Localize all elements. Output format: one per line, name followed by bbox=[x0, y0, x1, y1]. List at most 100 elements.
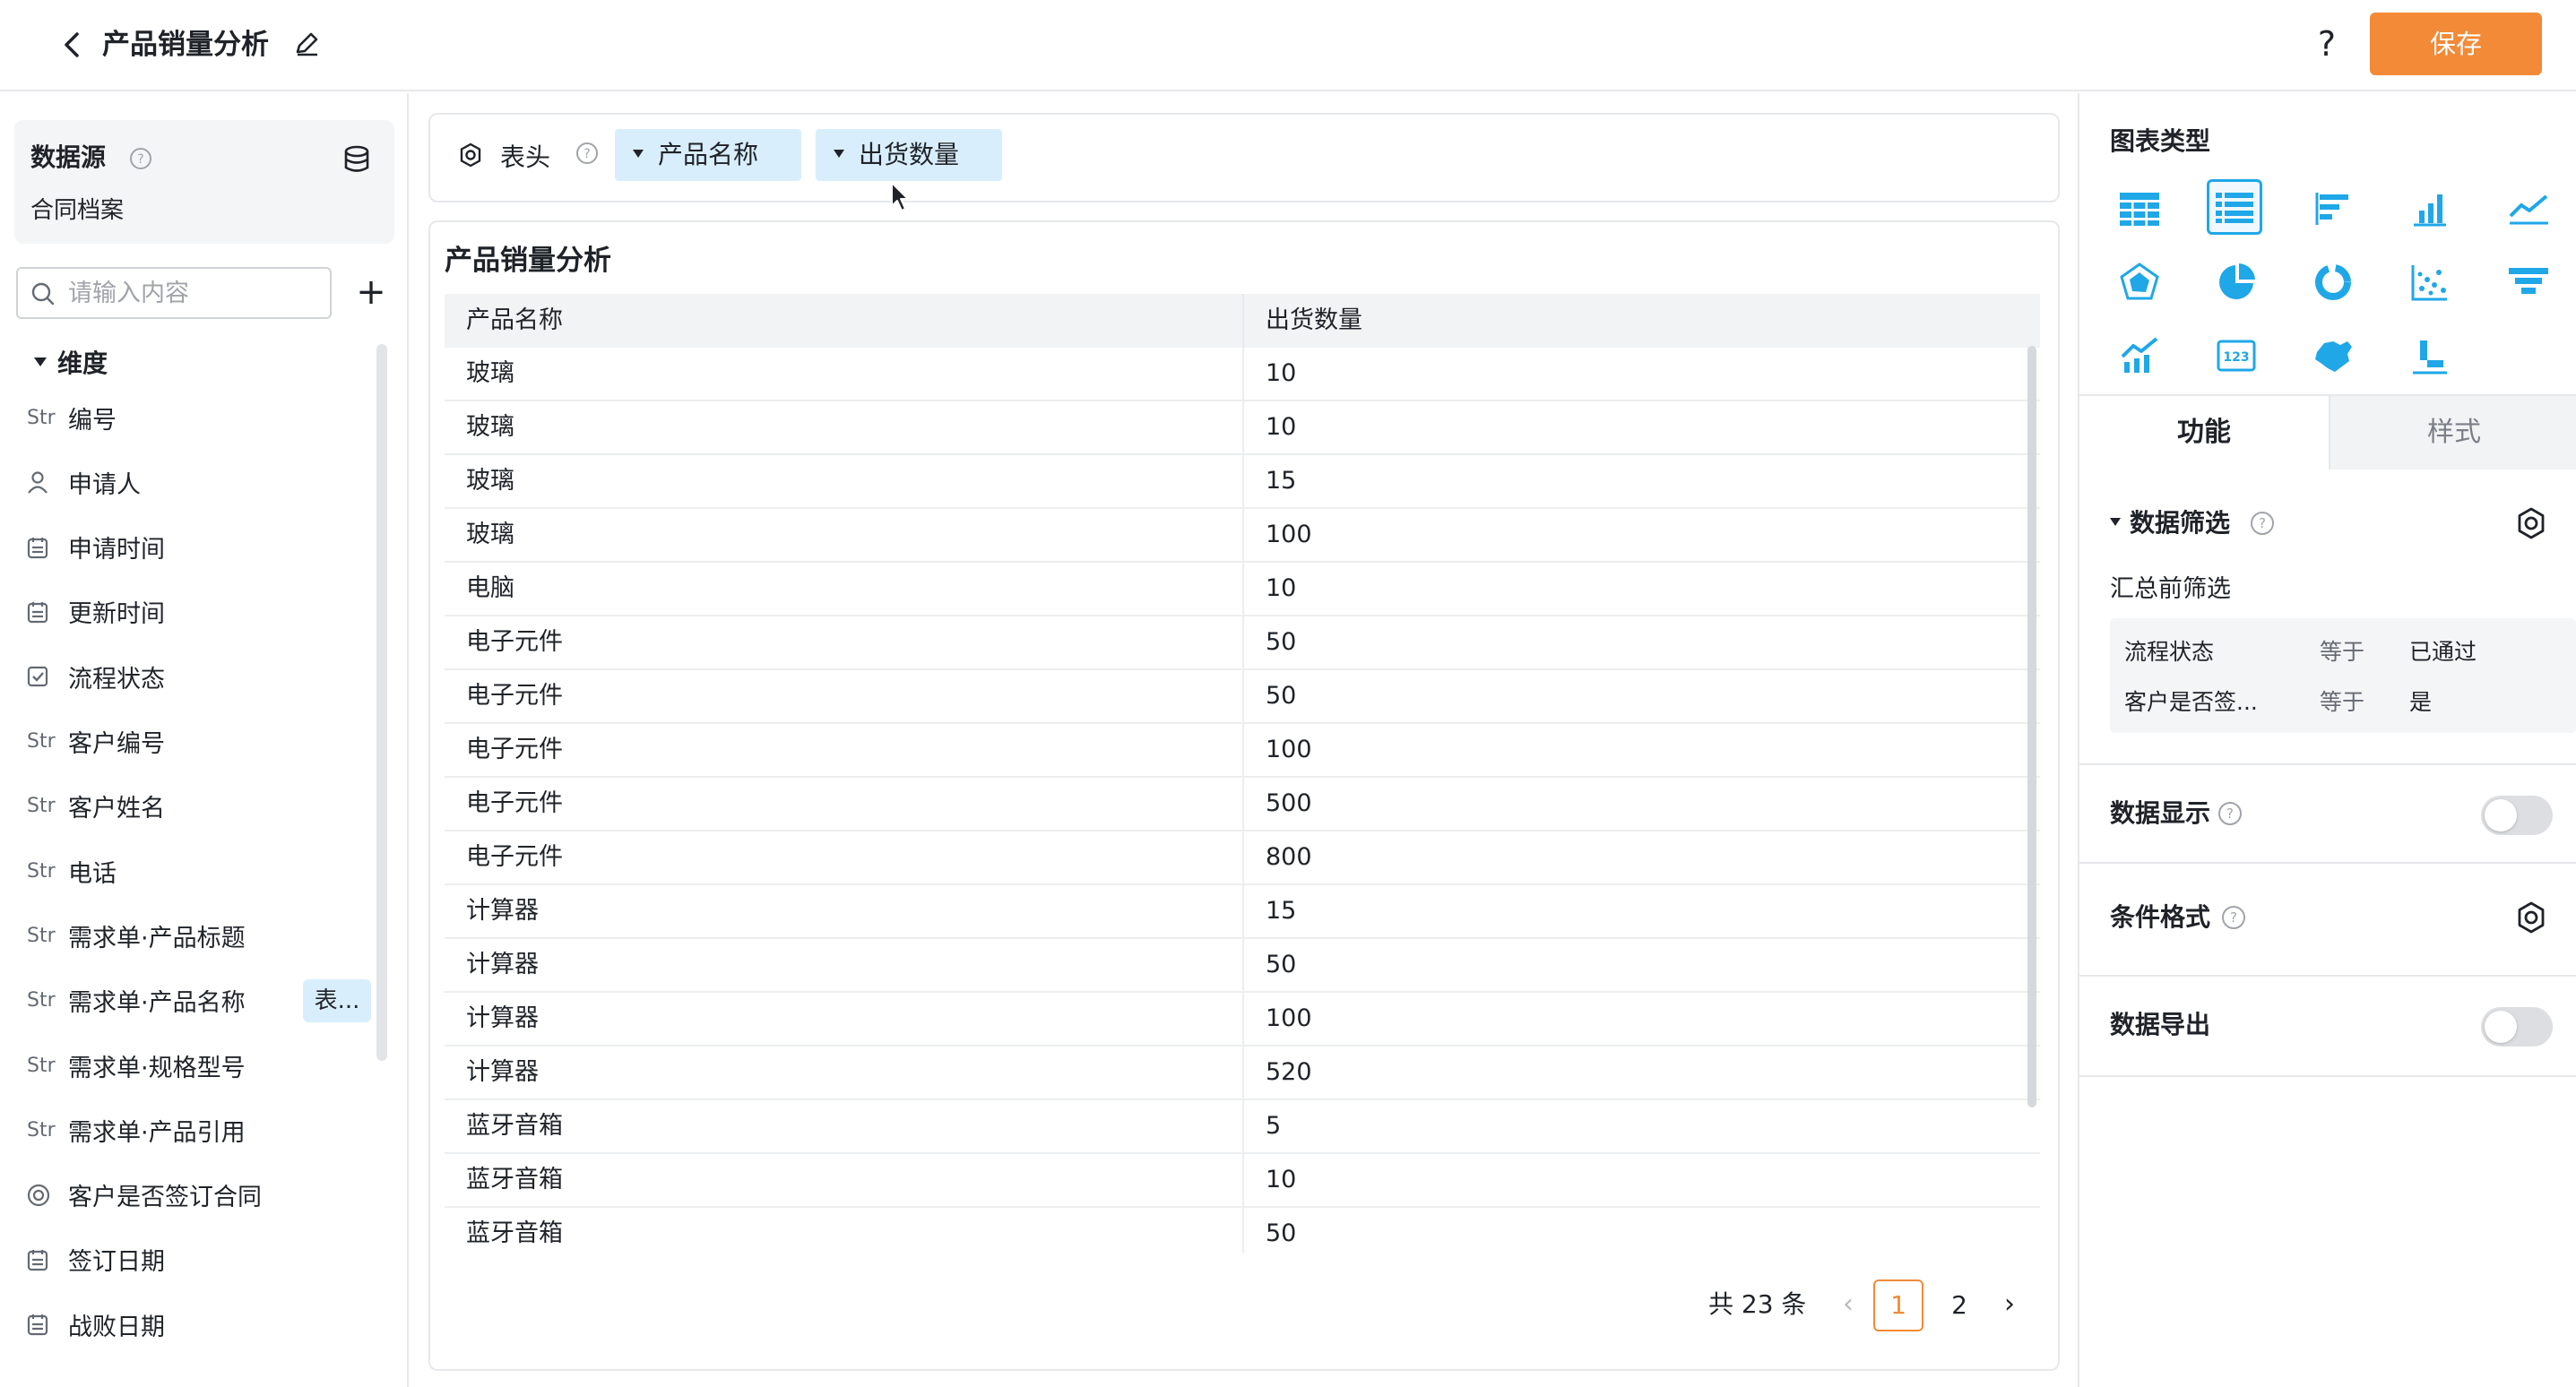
map-chart-icon[interactable] bbox=[2305, 328, 2361, 383]
dimension-field[interactable]: Str 客户编号 bbox=[27, 719, 376, 765]
radar-chart-icon[interactable] bbox=[2112, 254, 2167, 310]
horizontal-bar-icon[interactable] bbox=[2305, 181, 2361, 237]
table-cell: 100 bbox=[1266, 521, 1312, 548]
dimension-field[interactable]: Str 编号 bbox=[27, 394, 376, 441]
dimension-field[interactable]: Str 需求单·产品引用 bbox=[27, 1107, 376, 1153]
page-button-2[interactable]: 2 bbox=[1934, 1279, 1984, 1331]
page-button-1[interactable]: 1 bbox=[1873, 1279, 1923, 1331]
prev-page-button[interactable]: ‹ bbox=[1830, 1285, 1866, 1324]
tab-function[interactable]: 功能 bbox=[2079, 396, 2329, 470]
table-cell: 10 bbox=[1266, 1166, 1297, 1193]
column-header[interactable]: 产品名称 bbox=[445, 294, 1244, 348]
data-display-toggle[interactable] bbox=[2481, 796, 2553, 835]
table-row: 计算器 15 bbox=[445, 885, 2040, 939]
number-card-icon[interactable]: 123 bbox=[2209, 328, 2264, 383]
settings-icon bbox=[2518, 901, 2545, 934]
dimension-field[interactable]: 申请人 bbox=[27, 459, 376, 505]
scatter-chart-icon[interactable] bbox=[2402, 254, 2458, 310]
section-divider bbox=[2079, 1075, 2576, 1077]
edit-title-button[interactable] bbox=[292, 29, 323, 59]
dimension-field[interactable]: Str 需求单·产品名称 表... bbox=[27, 978, 376, 1024]
help-circle-icon[interactable]: ? bbox=[2221, 905, 2246, 930]
table-row: 玻璃 10 bbox=[445, 348, 2040, 401]
dimension-field[interactable]: Str 客户姓名 bbox=[27, 783, 376, 830]
save-button[interactable]: 保存 bbox=[2370, 13, 2542, 75]
waterfall-chart-icon[interactable] bbox=[2402, 328, 2458, 383]
dimension-field[interactable]: 签订日期 bbox=[27, 1236, 376, 1283]
list-table-icon[interactable] bbox=[2207, 179, 2262, 235]
help-circle-icon[interactable]: ? bbox=[575, 142, 599, 165]
dimension-field[interactable]: Str 需求单·产品标题 bbox=[27, 912, 376, 959]
table-cell: 50 bbox=[1266, 951, 1297, 978]
back-button[interactable] bbox=[52, 25, 91, 65]
table-cell: 电子元件 bbox=[445, 724, 1244, 776]
datasource-card[interactable]: 数据源 ? 合同档案 bbox=[14, 120, 394, 244]
pie-chart-icon[interactable] bbox=[2209, 254, 2264, 310]
dimension-field[interactable]: 申请时间 bbox=[27, 524, 376, 571]
data-export-toggle[interactable] bbox=[2481, 1007, 2553, 1047]
table-cell: 玻璃 bbox=[445, 455, 1244, 507]
table-row: 电子元件 800 bbox=[445, 831, 2040, 885]
table-row: 计算器 50 bbox=[445, 939, 2040, 993]
tab-style[interactable]: 样式 bbox=[2329, 396, 2576, 470]
table-row: 玻璃 15 bbox=[445, 455, 2040, 509]
table-cell: 520 bbox=[1266, 1058, 1312, 1086]
table-row: 玻璃 10 bbox=[445, 401, 2040, 455]
table-cell: 玻璃 bbox=[445, 348, 1244, 400]
combo-chart-icon[interactable] bbox=[2112, 328, 2167, 383]
string-type-icon: Str bbox=[27, 1118, 56, 1141]
top-bar: 产品销量分析 ? 保存 bbox=[0, 0, 2576, 91]
filter-settings-button[interactable] bbox=[2513, 505, 2549, 541]
dimension-field[interactable]: 更新时间 bbox=[27, 589, 376, 635]
donut-chart-icon[interactable] bbox=[2305, 254, 2361, 310]
table-cell: 15 bbox=[1266, 897, 1297, 925]
vertical-bar-icon[interactable] bbox=[2402, 181, 2458, 237]
dimension-field[interactable]: 流程状态 bbox=[27, 653, 376, 700]
field-list-scrollbar[interactable] bbox=[376, 344, 387, 1061]
table-preview-card: 产品销量分析 产品名称 出货数量 玻璃 10 玻璃 10 玻璃 15 玻璃 100 电脑 10 电子… bbox=[428, 220, 2060, 1371]
data-filter-title: 数据筛选 bbox=[2130, 508, 2231, 538]
dimension-field[interactable]: Str 电话 bbox=[27, 848, 376, 894]
svg-text:?: ? bbox=[583, 147, 590, 161]
dimension-group-header[interactable]: 维度 bbox=[34, 346, 108, 382]
dimension-field[interactable]: 客户是否签订合同 bbox=[27, 1172, 376, 1219]
column-header[interactable]: 出货数量 bbox=[1244, 294, 2040, 348]
string-type-icon: Str bbox=[27, 989, 56, 1012]
config-panel: 图表类型 123 功能 样式 数据筛选 ? 汇总前筛选 流程状态 等于 已通过 … bbox=[2078, 93, 2576, 1387]
table-row: 电子元件 50 bbox=[445, 616, 2040, 670]
table-cell: 蓝牙音箱 bbox=[445, 1100, 1244, 1152]
filter-conditions[interactable]: 流程状态 等于 已通过 客户是否签... 等于 是 bbox=[2110, 618, 2576, 733]
table-cell: 10 bbox=[1266, 359, 1297, 387]
line-chart-icon[interactable] bbox=[2501, 181, 2556, 237]
dimension-field[interactable]: Str 需求单·规格型号 bbox=[27, 1042, 376, 1089]
help-button[interactable]: ? bbox=[2307, 23, 2347, 65]
next-page-button[interactable]: › bbox=[1992, 1285, 2027, 1324]
header-chip-quantity[interactable]: 出货数量 bbox=[816, 129, 1002, 181]
table-cell: 计算器 bbox=[445, 885, 1244, 937]
table-row: 玻璃 100 bbox=[445, 509, 2040, 563]
conditional-format-settings-button[interactable] bbox=[2513, 900, 2549, 935]
table-scrollbar[interactable] bbox=[2027, 346, 2036, 1107]
filter-value: 是 bbox=[2409, 689, 2433, 715]
config-tabs: 功能 样式 bbox=[2079, 394, 2576, 470]
table-cell: 电子元件 bbox=[445, 831, 1244, 883]
table-cell: 800 bbox=[1266, 843, 1312, 871]
dimension-field-label: 流程状态 bbox=[68, 665, 165, 694]
help-circle-icon[interactable]: ? bbox=[2217, 801, 2243, 826]
filter-field: 客户是否签... bbox=[2124, 689, 2258, 715]
table-grid-icon[interactable] bbox=[2112, 181, 2167, 237]
header-chip-product-name[interactable]: 产品名称 bbox=[615, 129, 801, 181]
funnel-chart-icon[interactable] bbox=[2501, 254, 2556, 310]
data-filter-header[interactable]: 数据筛选 bbox=[2110, 505, 2230, 541]
help-circle-icon[interactable]: ? bbox=[2250, 511, 2275, 536]
help-circle-icon[interactable]: ? bbox=[129, 147, 152, 170]
database-icon[interactable] bbox=[341, 143, 373, 176]
pre-aggregation-filter-label: 汇总前筛选 bbox=[2110, 575, 2231, 603]
dimension-group-title: 维度 bbox=[57, 349, 108, 378]
add-field-button[interactable]: + bbox=[351, 272, 391, 312]
settings-icon[interactable] bbox=[457, 142, 484, 168]
filter-operator: 等于 bbox=[2320, 689, 2365, 715]
dimension-field[interactable]: 战败日期 bbox=[27, 1301, 376, 1348]
search-input[interactable] bbox=[68, 276, 319, 310]
dimension-field-label: 签订日期 bbox=[68, 1248, 165, 1277]
